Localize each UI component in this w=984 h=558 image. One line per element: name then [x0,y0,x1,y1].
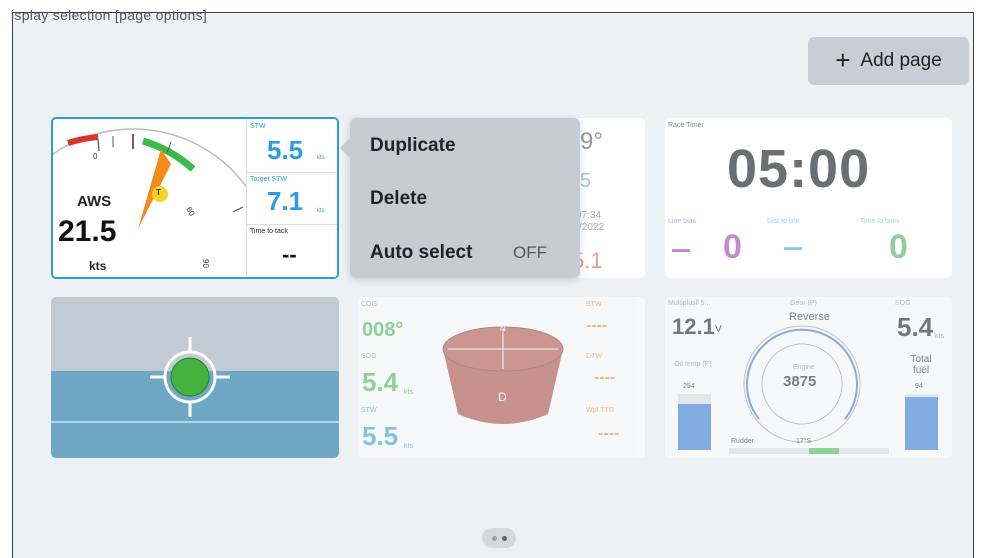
rpm-value: 3875 [783,373,817,390]
wpt-ttg-label: Wpt TTG [586,407,615,414]
line-bias-label: Line bias [668,218,697,225]
fuel-value: 94 [915,383,923,390]
aws-label: AWS [77,193,112,210]
page-options-menu: Duplicate Delete Auto select OFF [340,118,580,278]
time-burn-value: 0 [889,228,908,266]
rudder-bar [729,448,889,454]
svg-text:D: D [498,390,507,404]
add-page-button[interactable]: + Add page [808,37,969,85]
rudder-label: Rudder [731,438,754,445]
compass-drum-graphic: N D [442,324,564,424]
time-burn-label: Time to burn [860,218,900,225]
oil-temp-bar [678,394,711,450]
btw-dashes: ---- [586,317,608,334]
race-timer-title: Race Timer [668,122,704,129]
sog-label: SOG [361,353,377,360]
voltage-value: 12.1 [672,314,715,339]
true-marker-label: T [156,188,161,197]
stw-value: 5.5 [267,135,304,165]
target-stw-label: Target STW [250,176,287,183]
stw-panel: STW 5.5 kts Target STW 7.1 kts Time to t… [246,119,337,277]
dist-line-label: Dist to line [767,218,800,225]
time-to-tack-value: -- [282,242,297,267]
engine-sog-unit: kts [935,333,944,340]
compass-stw-value: 5.5 [362,421,399,451]
sog-unit: kts [404,389,413,396]
display-frame: isplay selection [page options] [11,7,974,558]
add-page-label: Add page [860,50,942,71]
rpm-label: Engine [793,364,815,371]
fuel-label: Total fuel [910,354,932,376]
gauge-tick-0: 0 [93,152,98,161]
cog-label: COG [361,301,377,308]
target-stw-value: 7.1 [267,186,304,216]
tile2-date: /2022 [579,222,605,233]
svg-text:N: N [500,324,506,333]
tile2-heading-value: 9° [580,128,603,155]
apparent-marker-label: A [151,154,159,165]
dtw-dashes: ---- [594,369,616,386]
gauge-tick-90: 90 [200,259,210,268]
attitude-tile[interactable] [51,297,339,458]
dtw-label: DTW [586,353,602,360]
time-to-tack-label: Time to tack [250,228,288,235]
menu-duplicate[interactable]: Duplicate [370,135,456,157]
compass-tile[interactable]: COG 008° SOG 5.4 kts STW 5.5 kts N D BTW… [358,297,645,458]
wpt-ttg-dashes: ---- [598,425,620,442]
menu-auto-select[interactable]: Auto select [370,242,472,264]
fuel-bar [905,394,938,450]
stw-label: STW [250,123,266,130]
gear-label: Gear (P) [790,300,817,307]
auto-select-value[interactable]: OFF [513,243,547,263]
race-timer-tile[interactable]: Race Timer 05:00 Line bias 0 --- Dist to… [665,118,952,278]
stw-unit: kts [317,155,325,161]
wind-gauge-tile[interactable]: 0 60 90 A T AWS 21.5 kts STW 5.5 kts Tar… [51,117,339,279]
engine-sog-value: 5.4 [897,312,934,342]
attitude-target-icon [150,337,230,417]
oil-temp-value: 254 [683,383,695,390]
target-stw-unit: kts [317,208,325,214]
tile2-value: 5 [580,170,592,192]
page-dot-2[interactable] [501,535,507,541]
oil-temp-label: Oil temp (P) [674,361,712,368]
line-bias-value: 0 [723,228,742,266]
btw-label: BTW [586,301,602,308]
page-dot-1[interactable] [491,535,497,541]
compass-stw-unit: kts [404,443,413,450]
dist-line-value: --- [783,234,803,261]
sog-value: 5.4 [362,367,399,397]
aws-value: 21.5 [58,215,117,248]
menu-delete[interactable]: Delete [370,188,427,210]
engine-tile[interactable]: Multiplusll 5... 12.1 V Gear (P) Reverse… [665,297,952,458]
line-bias-dashes: --- [671,236,691,263]
rudder-value: 17°S [796,438,812,445]
page-indicator[interactable] [482,528,516,548]
engine-title: Multiplusll 5... [668,300,711,307]
plus-icon: + [835,45,851,75]
compass-stw-label: STW [361,407,377,414]
voltage-unit: V [715,324,722,335]
engine-sog-label: SOG [895,300,911,307]
race-timer-value: 05:00 [727,139,871,199]
aws-unit: kts [89,259,107,273]
cog-value: 008° [362,319,404,341]
page-caption: isplay selection [page options] [11,7,208,23]
